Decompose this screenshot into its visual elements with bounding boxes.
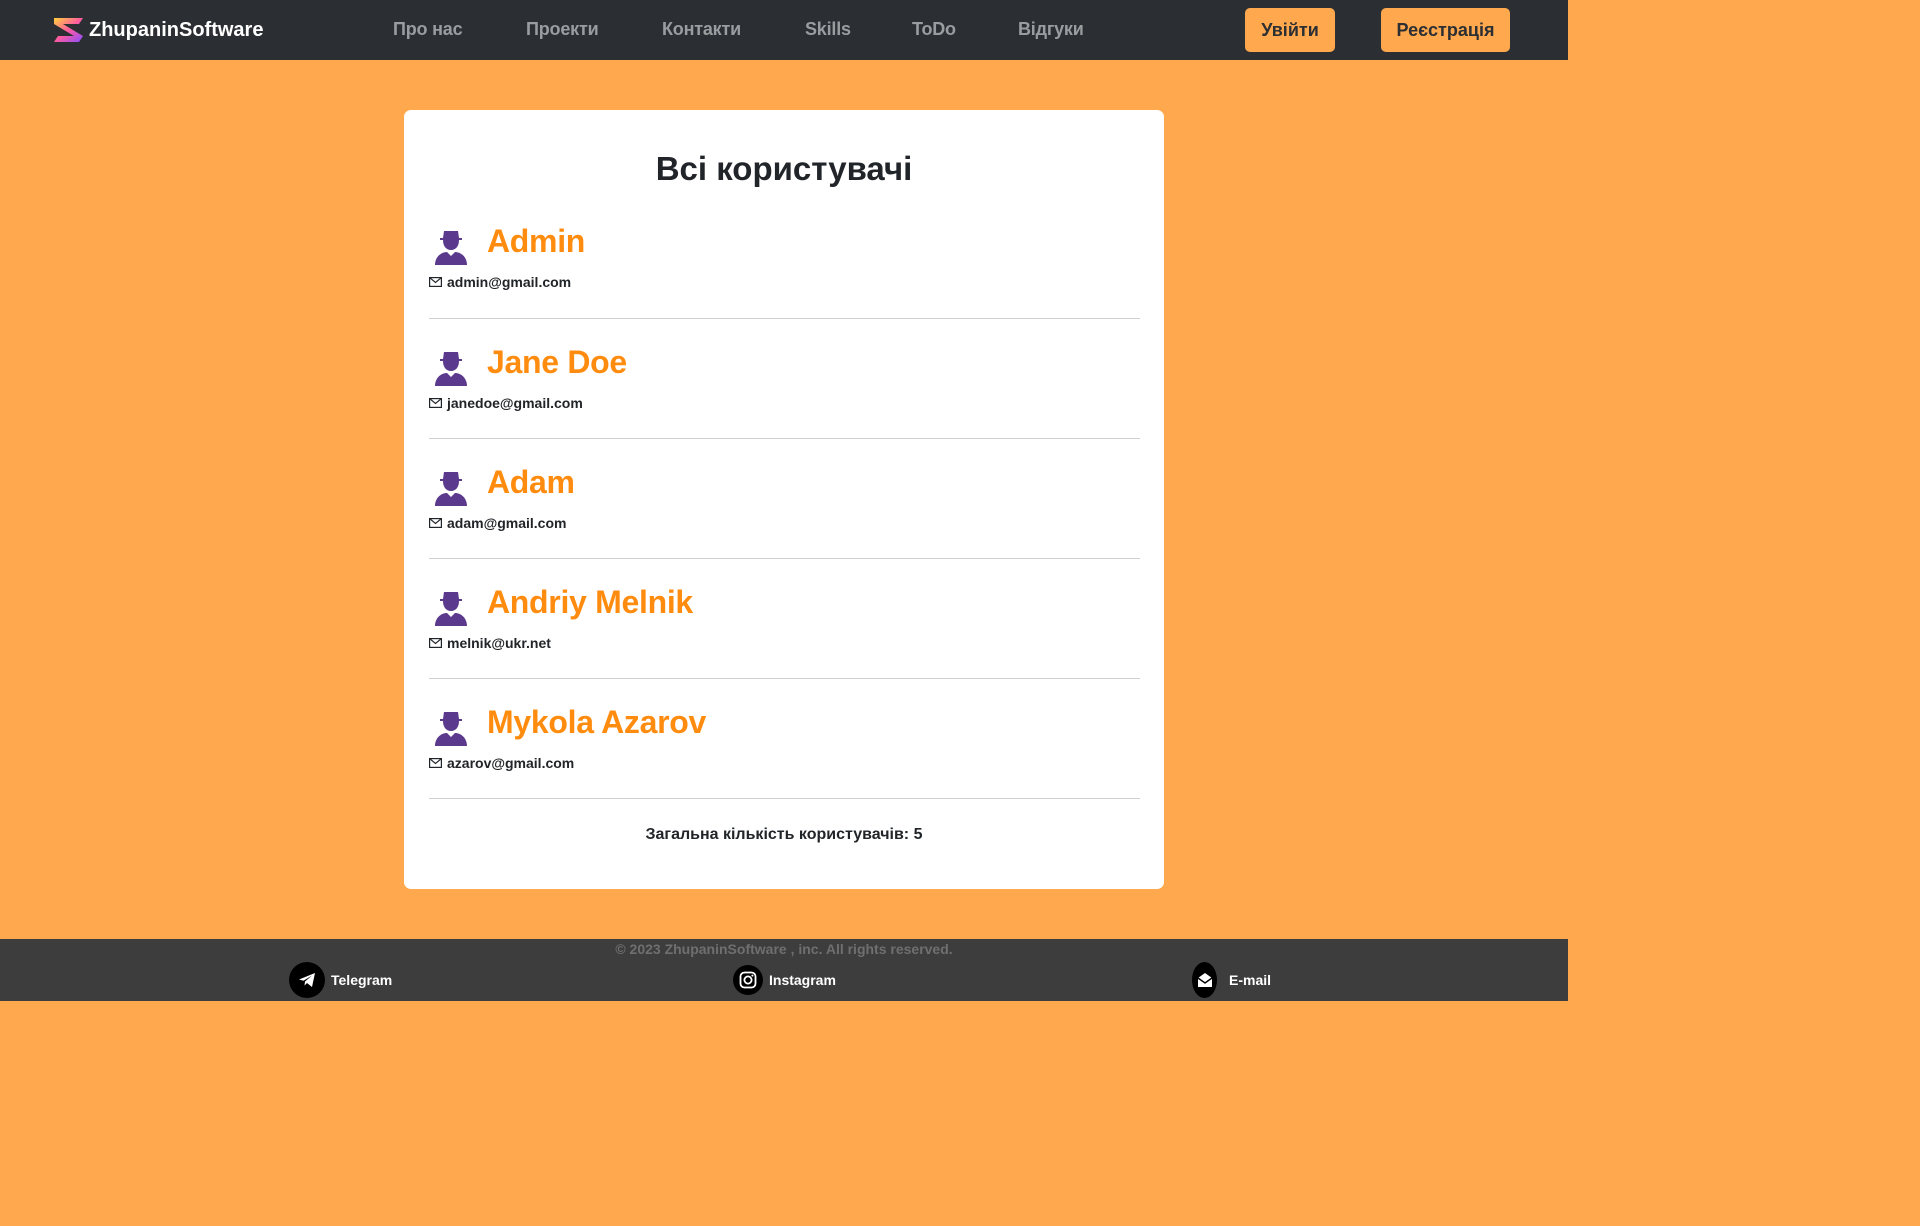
nav-link-contacts[interactable]: Контакти — [662, 19, 741, 40]
user-icon — [435, 352, 467, 386]
user-icon — [435, 231, 467, 265]
user-name[interactable]: Adam — [487, 464, 575, 501]
email-link[interactable]: E-mail — [1192, 962, 1272, 998]
user-email: melnik@ukr.net — [447, 635, 551, 651]
telegram-link[interactable]: Telegram — [289, 962, 393, 998]
divider — [429, 318, 1140, 319]
envelope-icon — [429, 638, 442, 648]
instagram-icon — [733, 965, 763, 995]
total-users: Загальна кількість користувачів: 5 — [404, 826, 1164, 844]
register-button[interactable]: Реєстрація — [1381, 8, 1510, 52]
user-icon — [435, 592, 467, 626]
footer: © 2023 ZhupaninSoftware , inc. All right… — [0, 939, 1568, 1001]
user-name[interactable]: Admin — [487, 223, 585, 260]
user-item: Adam adam@gmail.com — [429, 464, 1140, 590]
nav-link-todo[interactable]: ToDo — [912, 19, 956, 40]
login-button[interactable]: Увійти — [1245, 8, 1335, 52]
nav-link-about[interactable]: Про нас — [393, 19, 463, 40]
envelope-icon — [429, 518, 442, 528]
copyright: © 2023 ZhupaninSoftware , inc. All right… — [615, 941, 953, 957]
user-name[interactable]: Andriy Melnik — [487, 584, 693, 621]
user-name[interactable]: Mykola Azarov — [487, 704, 706, 741]
user-email: azarov@gmail.com — [447, 755, 575, 771]
email-icon — [1192, 962, 1217, 998]
divider — [429, 678, 1140, 679]
total-users-label: Загальна кількість користувачів: — [645, 826, 910, 843]
email-label: E-mail — [1229, 972, 1272, 988]
envelope-icon — [429, 277, 442, 287]
instagram-label: Instagram — [769, 972, 836, 988]
envelope-icon — [429, 398, 442, 408]
divider — [429, 438, 1140, 439]
user-email: janedoe@gmail.com — [447, 395, 583, 411]
user-icon — [435, 472, 467, 506]
total-users-count: 5 — [913, 826, 923, 843]
instagram-link[interactable]: Instagram — [733, 963, 836, 997]
user-item: Admin admin@gmail.com — [429, 223, 1140, 349]
nav-link-skills[interactable]: Skills — [805, 19, 851, 40]
nav-link-reviews[interactable]: Відгуки — [1018, 19, 1084, 40]
divider — [429, 558, 1140, 559]
divider — [429, 798, 1140, 799]
user-item: Andriy Melnik melnik@ukr.net — [429, 584, 1140, 710]
user-icon — [435, 712, 467, 746]
page-title: Всі користувачі — [655, 150, 913, 187]
user-email: adam@gmail.com — [447, 515, 567, 531]
navbar: ZhupaninSoftware Про нас Проекти Контакт… — [0, 0, 1568, 60]
user-item: Mykola Azarov azarov@gmail.com — [429, 704, 1140, 830]
envelope-icon — [429, 758, 442, 768]
telegram-icon — [289, 962, 325, 998]
telegram-label: Telegram — [331, 972, 393, 988]
nav-link-projects[interactable]: Проекти — [526, 19, 599, 40]
user-item: Jane Doe janedoe@gmail.com — [429, 344, 1140, 470]
user-email: admin@gmail.com — [447, 274, 572, 290]
user-name[interactable]: Jane Doe — [487, 344, 627, 381]
